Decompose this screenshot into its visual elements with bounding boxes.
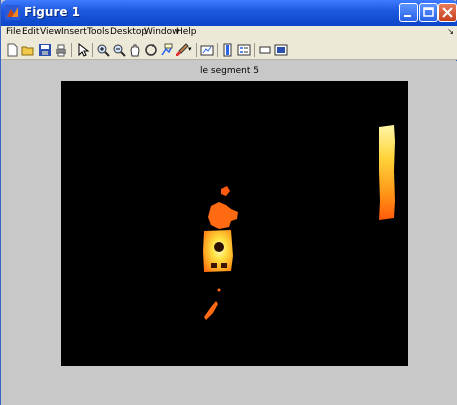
select-arrow-icon[interactable] [76, 43, 90, 57]
menu-overflow-arrow[interactable]: ↘ [447, 27, 454, 36]
toolbar-separator [196, 43, 197, 57]
zoom-out-icon[interactable] [112, 43, 126, 57]
segment-box-mark [221, 263, 227, 268]
hide-plot-tools-icon[interactable] [258, 43, 272, 57]
new-figure-icon[interactable] [5, 43, 19, 57]
menu-help[interactable]: Help [176, 27, 197, 37]
segment-box-hole [214, 242, 224, 252]
menu-tools[interactable]: Tools [87, 27, 109, 37]
menu-insert[interactable]: Insert [61, 27, 87, 37]
menu-file[interactable]: File [6, 27, 21, 37]
segment-cluster [208, 202, 238, 229]
segment-streak [204, 301, 218, 320]
legend-icon[interactable] [237, 43, 251, 57]
plot-title: le segment 5 [200, 66, 259, 76]
rotate-3d-icon[interactable] [144, 43, 158, 57]
segment-bar-right [379, 125, 395, 220]
title-bar[interactable]: Figure 1 [1, 0, 457, 26]
open-file-icon[interactable] [21, 43, 35, 57]
matlab-logo-icon [5, 5, 20, 20]
window-title: Figure 1 [24, 5, 81, 19]
segment-box-mark [211, 263, 217, 268]
brush-dropdown-icon[interactable]: ▾ [188, 45, 192, 53]
menu-view[interactable]: View [40, 27, 61, 37]
pan-hand-icon[interactable] [128, 43, 142, 57]
link-plot-icon[interactable] [200, 43, 214, 57]
menu-bar: File Edit View Insert Tools Desktop Wind… [1, 26, 457, 40]
toolbar-separator [71, 43, 72, 57]
minimize-icon [404, 15, 411, 17]
segment-dot [217, 288, 221, 292]
segment-image [203, 125, 395, 320]
toolbar-separator [254, 43, 255, 57]
zoom-in-icon[interactable] [96, 43, 110, 57]
close-icon [442, 7, 453, 18]
minimize-button[interactable] [399, 3, 418, 22]
toolbar: ▾ [1, 40, 457, 60]
figure-window: Figure 1 File Edit View Insert Tools Des… [0, 0, 457, 405]
colorbar-icon[interactable] [221, 43, 235, 57]
menu-edit[interactable]: Edit [22, 27, 39, 37]
brush-icon[interactable] [175, 43, 189, 57]
show-plot-tools-icon[interactable] [274, 43, 288, 57]
image-axes[interactable] [61, 81, 408, 366]
toolbar-separator [217, 43, 218, 57]
menu-window[interactable]: Window [144, 27, 180, 37]
segment-small-blob [221, 186, 230, 196]
menu-desktop[interactable]: Desktop [110, 27, 147, 37]
save-icon[interactable] [38, 43, 52, 57]
data-cursor-icon[interactable] [160, 43, 174, 57]
maximize-icon [423, 7, 434, 17]
print-icon[interactable] [54, 43, 68, 57]
toolbar-separator [92, 43, 93, 57]
maximize-button[interactable] [419, 3, 438, 22]
close-button[interactable] [438, 3, 457, 22]
